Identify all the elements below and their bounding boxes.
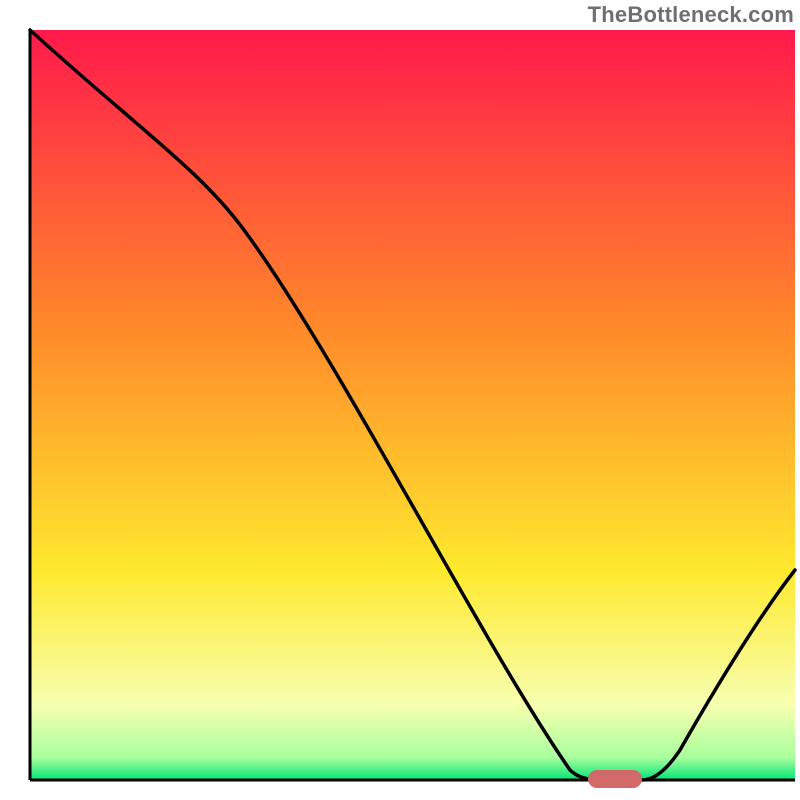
- chart-container: TheBottleneck.com: [0, 0, 800, 800]
- bottleneck-chart: [0, 0, 800, 800]
- watermark-label: TheBottleneck.com: [588, 2, 794, 28]
- current-config-marker: [588, 770, 642, 788]
- plot-background: [30, 30, 795, 780]
